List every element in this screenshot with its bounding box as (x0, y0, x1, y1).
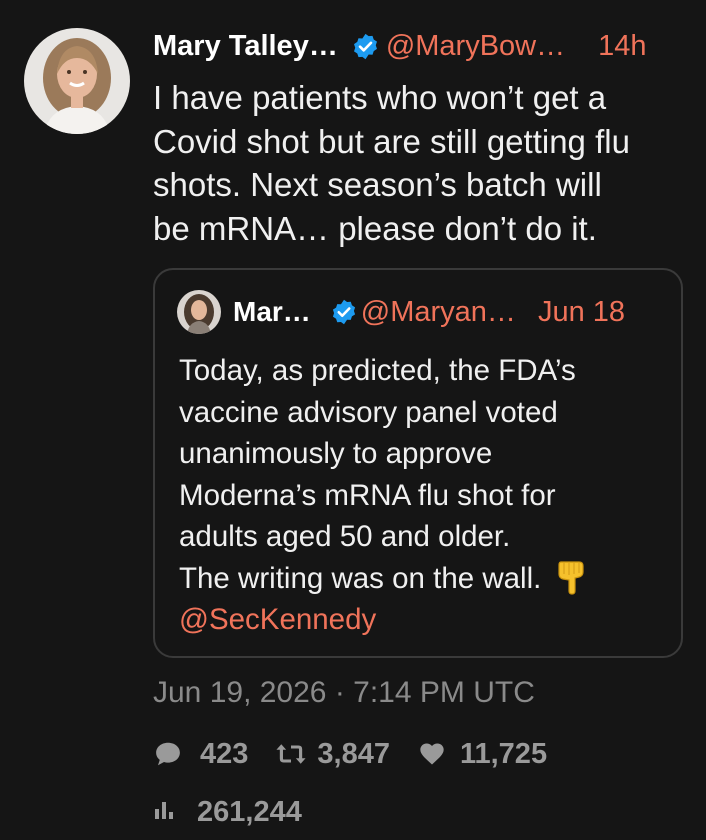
engagement-stats: 423 3,847 11,725 (153, 732, 547, 776)
retweet-count: 3,847 (317, 737, 390, 770)
verified-badge-icon (351, 32, 380, 61)
like-count: 11,725 (459, 737, 548, 770)
retweet-button[interactable]: 3,847 (274, 738, 390, 771)
mention-link[interactable]: @SecKennedy (179, 599, 679, 641)
quoted-tweet-time[interactable]: Jun 18 (538, 296, 625, 329)
tweet-time[interactable]: 14h (598, 30, 646, 63)
heart-icon (418, 740, 446, 768)
author-handle[interactable]: @MaryBow… (386, 30, 565, 63)
author-name[interactable]: Mary Talley… (153, 30, 338, 63)
quoted-text-line: Today, as predicted, the FDA’s (179, 354, 576, 387)
quoted-text-line: vaccine advisory panel voted (179, 395, 558, 429)
tweet-text: I have patients who won’t get a Covid sh… (153, 79, 630, 247)
quoted-text-line: Moderna’s mRNA flu shot for (179, 478, 556, 512)
quoted-author-avatar[interactable] (177, 290, 221, 334)
tweet-header: Mary Talley… @MaryBow… 14h (153, 24, 683, 68)
quoted-text-line-with-emoji: The writing was on the wall. (179, 558, 679, 600)
retweet-icon (274, 739, 308, 769)
verified-badge-icon (330, 298, 358, 326)
reply-button[interactable]: 423 (153, 738, 248, 771)
quoted-tweet-header: Mar… @Maryan… Jun 18 (233, 292, 673, 332)
views-count: 261,244 (197, 795, 302, 828)
quoted-text-line: unanimously to approve (179, 437, 493, 470)
quoted-tweet-text: Today, as predicted, the FDA’s vaccine a… (179, 350, 679, 641)
author-avatar[interactable] (24, 28, 130, 134)
bar-chart-icon (153, 796, 175, 829)
views-stat[interactable]: 261,244 (153, 790, 302, 834)
quoted-text-line: The writing was on the wall. (179, 561, 542, 595)
quoted-tweet[interactable]: Mar… @Maryan… Jun 18 Today, as predicted… (153, 268, 683, 658)
reply-icon (153, 739, 183, 769)
backhand-index-pointing-down-icon (555, 558, 589, 596)
quoted-author-name[interactable]: Mar… (233, 296, 311, 328)
quoted-author-handle[interactable]: @Maryan… (361, 296, 516, 329)
tweet-timestamp[interactable]: Jun 19, 2026 · 7:14 PM UTC (153, 676, 535, 710)
reply-count: 423 (200, 737, 249, 770)
quoted-text-line: adults aged 50 and older. (179, 520, 511, 553)
like-button[interactable]: 11,725 (418, 738, 547, 771)
